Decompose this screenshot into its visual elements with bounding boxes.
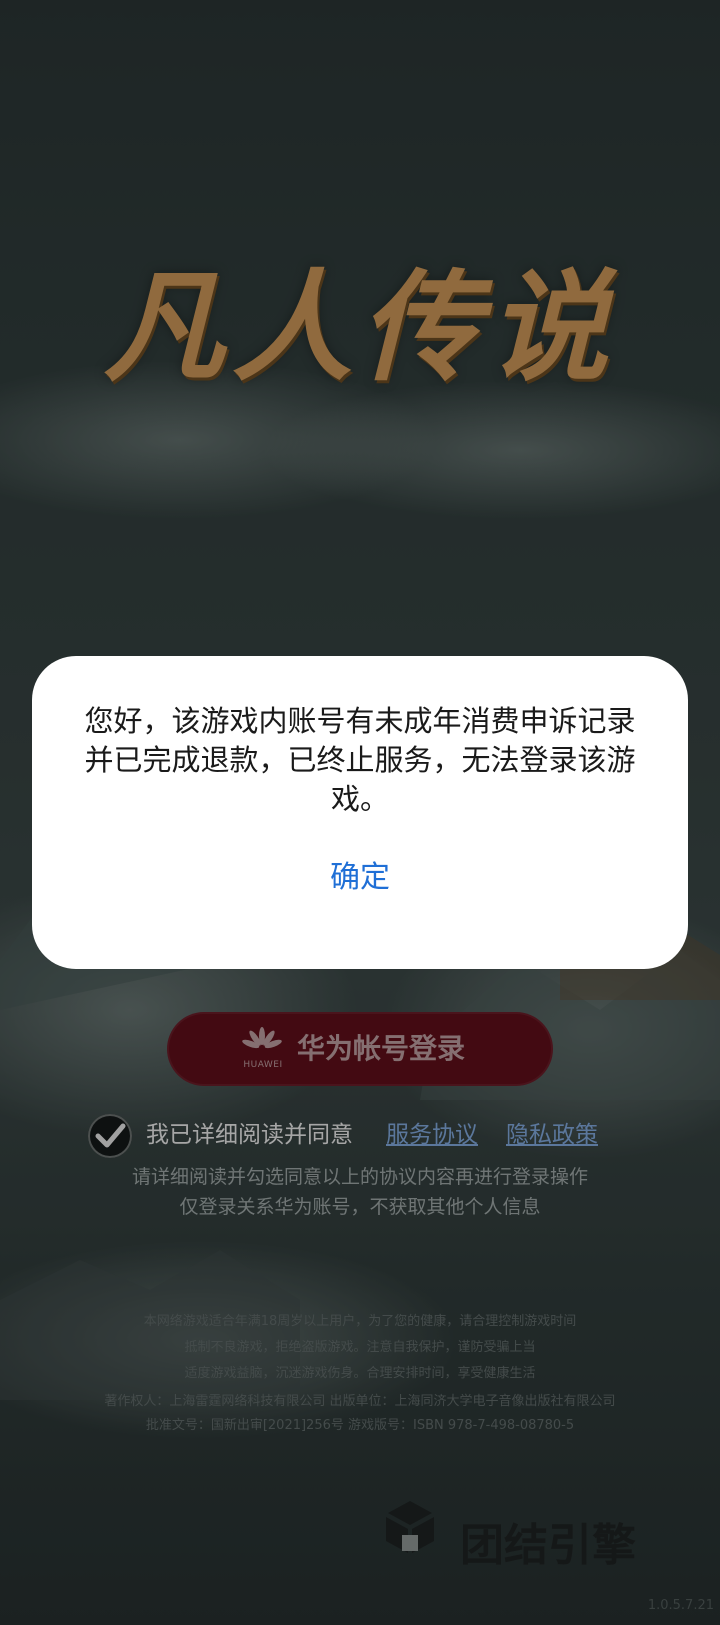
alert-dialog: 您好，该游戏内账号有未成年消费申诉记录并已完成退款，已终止服务，无法登录该游戏。… [32,656,688,969]
dialog-message: 您好，该游戏内账号有未成年消费申诉记录并已完成退款，已终止服务，无法登录该游戏。 [84,704,636,816]
confirm-button[interactable]: 确定 [310,854,410,902]
